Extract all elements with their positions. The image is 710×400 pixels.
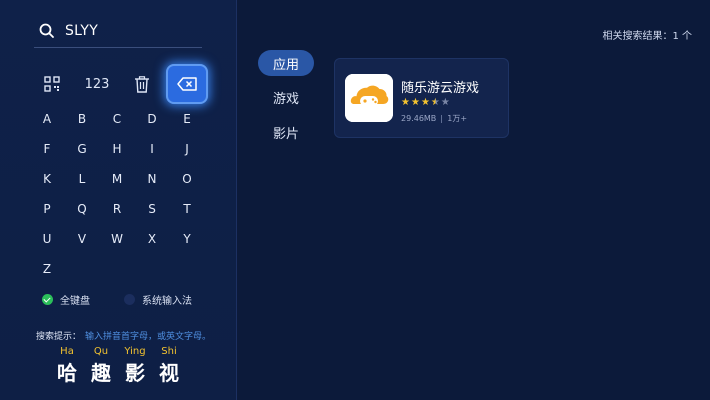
key-x[interactable]: X [135, 224, 169, 254]
keyboard-function-row: 123 [0, 64, 237, 104]
brand-hanzi: 影 [125, 361, 145, 385]
app-icon [345, 74, 393, 122]
brand-char: Qu 趣 [84, 346, 118, 386]
input-mode-system-ime[interactable]: 系统输入法 [124, 292, 192, 307]
key-g[interactable]: G [65, 134, 99, 164]
key-v[interactable]: V [65, 224, 99, 254]
hint-label: 搜索提示： [36, 332, 82, 342]
app-downloads: 1万+ [447, 114, 468, 123]
key-u[interactable]: U [30, 224, 64, 254]
key-y[interactable]: Y [170, 224, 204, 254]
app-size: 29.46MB [401, 114, 437, 123]
star-icon: ★ [430, 97, 440, 108]
numeric-keyboard-button[interactable]: 123 [78, 64, 116, 104]
search-query: SLYY [65, 22, 99, 39]
keyboard-panel: SLYY 123 A B C D E F G H I J K L M N O P… [0, 0, 237, 400]
key-l[interactable]: L [65, 164, 99, 194]
key-o[interactable]: O [170, 164, 204, 194]
brand-logo: Ha 哈 Qu 趣 Ying 影 Shi 视 [56, 346, 196, 390]
app-result-card[interactable]: 随乐游云游戏 ★ ★ ★ ★ ★ 29.46MB 1万+ [334, 58, 509, 138]
tab-games[interactable]: 游戏 [258, 84, 314, 110]
hint-text: 输入拼音首字母，或英文字母。 [85, 332, 212, 342]
key-f[interactable]: F [30, 134, 64, 164]
gamepad-cloud-icon [345, 74, 393, 122]
app-title: 随乐游云游戏 [401, 81, 480, 96]
star-icon: ★ [401, 97, 410, 108]
key-m[interactable]: M [100, 164, 134, 194]
qr-code-icon [44, 76, 60, 92]
backspace-icon [177, 77, 197, 91]
key-j[interactable]: J [170, 134, 204, 164]
key-q[interactable]: Q [65, 194, 99, 224]
radio-unselected-icon [124, 294, 135, 305]
clear-button[interactable] [128, 64, 156, 104]
key-w[interactable]: W [100, 224, 134, 254]
tab-movies[interactable]: 影片 [258, 119, 314, 145]
star-icon: ★ [420, 97, 430, 108]
app-meta: 29.46MB 1万+ [401, 113, 467, 124]
result-count: 相关搜索结果：1 个 [602, 31, 692, 42]
brand-pinyin: Qu [93, 346, 109, 357]
meta-divider [441, 114, 443, 123]
input-mode-label: 系统输入法 [142, 296, 192, 307]
key-h[interactable]: H [100, 134, 134, 164]
key-s[interactable]: S [135, 194, 169, 224]
search-hint: 搜索提示： 输入拼音首字母，或英文字母。 [36, 329, 211, 342]
key-c[interactable]: C [100, 104, 134, 134]
key-r[interactable]: R [100, 194, 134, 224]
brand-char: Ha 哈 [50, 346, 84, 386]
brand-pinyin: Ha [60, 346, 74, 357]
key-d[interactable]: D [135, 104, 169, 134]
backspace-button[interactable] [166, 64, 208, 104]
search-bar[interactable]: SLYY [34, 14, 202, 48]
star-icon: ★ [440, 97, 450, 108]
brand-pinyin: Ying [124, 346, 146, 357]
brand-char: Ying 影 [118, 346, 152, 386]
input-mode-full-keyboard[interactable]: 全键盘 [42, 292, 90, 307]
key-p[interactable]: P [30, 194, 64, 224]
brand-char: Shi 视 [152, 346, 186, 386]
brand-hanzi: 哈 [57, 361, 77, 385]
brand-hanzi: 视 [159, 361, 179, 385]
input-mode-label: 全键盘 [60, 296, 90, 307]
star-icon: ★ [410, 97, 420, 108]
key-n[interactable]: N [135, 164, 169, 194]
key-z[interactable]: Z [30, 254, 64, 284]
key-k[interactable]: K [30, 164, 64, 194]
rating-stars: ★ ★ ★ ★ ★ [401, 97, 451, 109]
key-e[interactable]: E [170, 104, 204, 134]
radio-selected-icon [42, 294, 53, 305]
brand-pinyin: Shi [161, 346, 177, 357]
key-b[interactable]: B [65, 104, 99, 134]
key-i[interactable]: I [135, 134, 169, 164]
key-t[interactable]: T [170, 194, 204, 224]
tab-apps[interactable]: 应用 [258, 50, 314, 76]
brand-hanzi: 趣 [91, 361, 111, 385]
search-icon [39, 23, 54, 38]
qr-code-button[interactable] [38, 64, 66, 104]
trash-icon [135, 75, 149, 93]
key-a[interactable]: A [30, 104, 64, 134]
